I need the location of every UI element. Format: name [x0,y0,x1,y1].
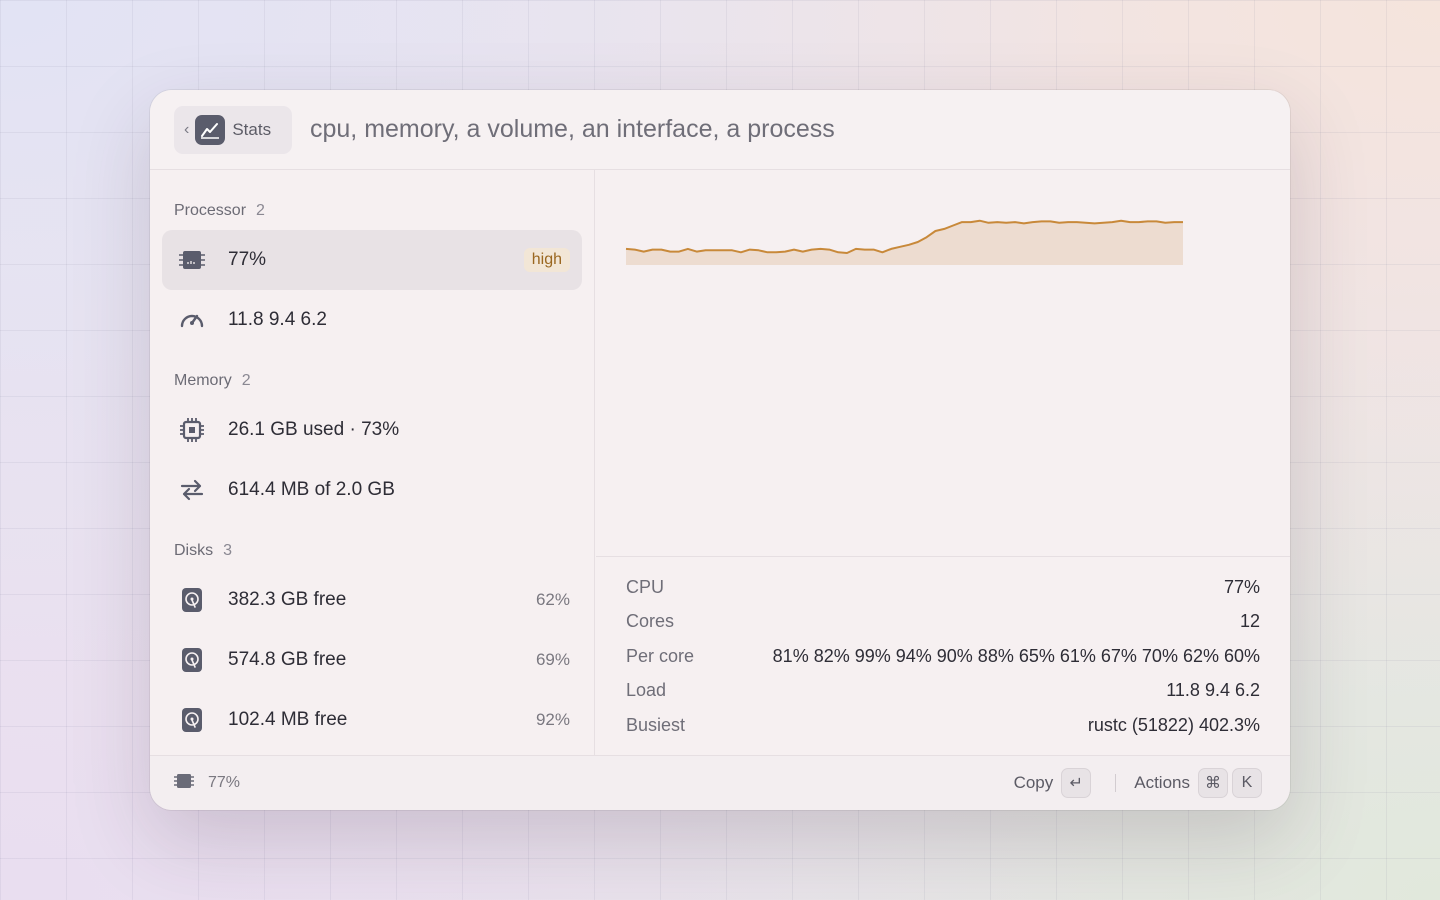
list-item-title: 382.3 GB free [228,589,347,610]
metadata-row: Load 11.8 9.4 6.2 [626,674,1260,709]
copy-label: Copy [1013,773,1054,792]
section-header-processor: Processor 2 [150,188,594,224]
search-bar: ‹ Stats [150,90,1290,170]
metadata-key: Busiest [626,714,686,735]
cpu-chip-icon [178,246,206,274]
list-item-title: 26.1 GB used · 73% [228,419,400,440]
k-key-icon: K [1232,768,1262,798]
list-item-accessory: 69% [535,650,570,669]
metadata-value: 77% [1223,576,1260,597]
disk-icon [178,646,206,674]
metadata-row: Busiest rustc (51822) 402.3% [626,708,1260,743]
extension-breadcrumb[interactable]: ‹ Stats [174,105,292,154]
section-count: 2 [241,372,251,389]
cpu-area-fill [626,220,1183,265]
list-item[interactable]: 614.4 MB of 2.0 GB [162,460,582,520]
metadata-row: Per core 81% 82% 99% 94% 90% 88% 65% 61%… [626,639,1260,674]
list-item[interactable]: 26.1 GB used · 73% [162,400,582,460]
metadata-value: rustc (51822) 402.3% [1087,714,1260,735]
footer-status-text: 77% [208,774,241,791]
list-item[interactable]: 574.8 GB free 69% [162,630,582,690]
detail-pane: CPU 77% Cores 12 Per core 81% 82% 99% 94… [596,170,1290,755]
list-item[interactable]: 102.4 MB free 92% [162,690,582,750]
metadata-key: CPU [626,576,665,597]
metadata-value: 11.8 9.4 6.2 [1166,680,1260,701]
return-key-icon: ↵ [1061,768,1092,798]
metadata-key: Cores [626,611,675,632]
list-item-accessory: 92% [535,710,570,729]
disk-icon [178,586,206,614]
metadata-value: 81% 82% 99% 94% 90% 88% 65% 61% 67% 70% … [772,645,1260,666]
metadata-row: Cores 12 [626,605,1260,640]
copy-button[interactable]: Copy ↵ [1014,768,1092,798]
section-header-memory: Memory 2 [150,358,594,394]
list-item[interactable]: 11.8 9.4 6.2 [162,290,582,350]
section-title: Processor [174,202,247,219]
cpu-chart-svg [625,219,1183,265]
section-header-disks: Disks 3 [150,528,594,564]
action-bar: 77% Copy ↵ Actions ⌘ K [150,755,1290,810]
detail-metadata: CPU 77% Cores 12 Per core 81% 82% 99% 94… [626,570,1260,743]
section-title: Disks [174,542,214,559]
actions-label: Actions [1134,773,1190,792]
list-item[interactable]: 382.3 GB free 62% [162,570,582,630]
list-item-title: 11.8 9.4 6.2 [228,309,327,330]
metadata-key: Load [626,680,667,701]
command-key-icon: ⌘ [1198,768,1228,798]
list-item-title: 102.4 MB free [228,709,348,730]
list-item-accessory: 62% [535,590,570,609]
section-title: Memory [174,372,232,389]
actions-button[interactable]: Actions ⌘ K [1134,768,1262,798]
list-item-title: 77% [228,249,267,270]
app-label: Stats [232,119,272,139]
divider [1115,774,1117,792]
footer-status: 77% [174,772,240,795]
cpu-history-chart [596,170,1290,557]
list-item-title: 614.4 MB of 2.0 GB [228,479,395,500]
list-item-title: 574.8 GB free [228,649,347,670]
search-input[interactable] [310,115,1130,144]
speedometer-icon [178,306,206,334]
metadata-row: CPU 77% [626,570,1260,605]
cpu-chip-icon [174,772,194,795]
section-count: 2 [256,202,265,219]
list-item[interactable]: 77% high [162,230,582,290]
status-badge: high [523,248,570,272]
metadata-value: 12 [1239,611,1260,632]
chevron-left-icon[interactable]: ‹ [184,121,189,139]
section-count: 3 [223,542,233,559]
memory-chip-icon [178,416,206,444]
disk-icon [178,706,206,734]
stats-app-icon [195,114,226,145]
swap-arrows-icon [178,476,206,504]
results-list: Processor 2 77% high 11.8 9.4 6.2 Memory… [150,170,595,755]
stats-window: ‹ Stats Processor 2 77% high 11.8 9.4 6.… [150,90,1290,810]
metadata-key: Per core [626,645,695,666]
